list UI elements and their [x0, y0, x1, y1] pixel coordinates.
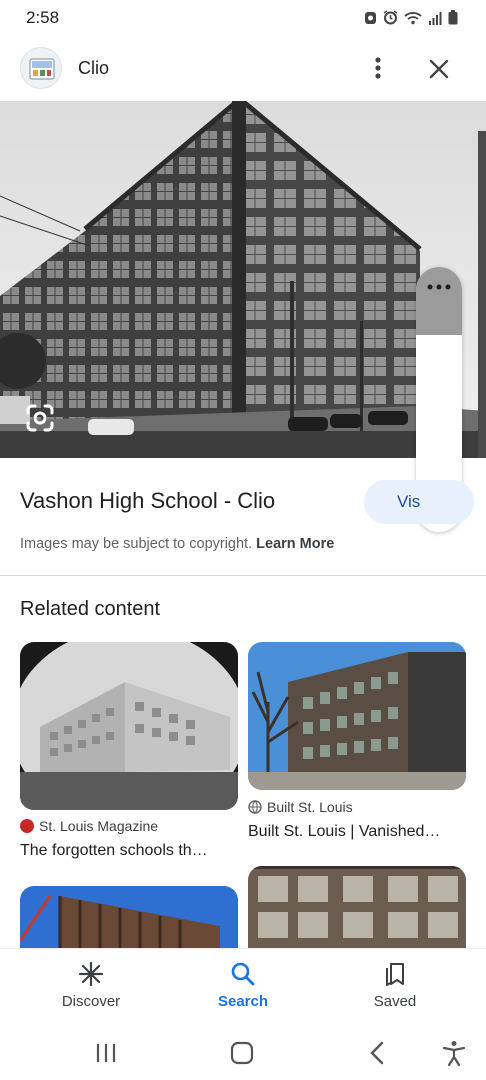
related-card-title[interactable]: The forgotten schools th…	[20, 842, 208, 860]
app-notification-icon	[365, 12, 376, 24]
nav-search[interactable]: Search	[183, 949, 303, 1027]
visit-button[interactable]: Vis	[364, 480, 474, 524]
more-horiz-icon	[427, 284, 451, 290]
globe-icon	[248, 800, 262, 814]
bottom-navigation: Discover Search Saved	[0, 948, 486, 1026]
related-card-image[interactable]	[248, 642, 466, 790]
related-card-source: St. Louis Magazine	[20, 818, 158, 834]
copyright-text: Images may be subject to copyright.	[20, 536, 253, 552]
wifi-icon	[404, 11, 422, 24]
site-logo	[20, 47, 62, 89]
site-name: Clio	[78, 58, 110, 78]
result-title: Vashon High School - Clio	[20, 488, 276, 513]
copyright-notice: Images may be subject to copyright. Lear…	[20, 536, 334, 552]
more-options-button[interactable]	[366, 54, 390, 82]
alarm-icon	[383, 10, 398, 25]
nav-saved[interactable]: Saved	[335, 949, 455, 1027]
related-card-source: Built St. Louis	[248, 799, 353, 815]
asterisk-icon	[78, 961, 104, 987]
google-lens-icon	[26, 404, 54, 432]
system-navigation-bar	[0, 1026, 486, 1080]
nav-saved-label: Saved	[373, 993, 417, 1010]
back-icon[interactable]	[364, 1039, 392, 1067]
st-louis-magazine-logo-icon	[20, 819, 34, 833]
more-vert-icon	[375, 57, 381, 79]
related-card-image[interactable]	[20, 886, 238, 948]
nav-discover-label: Discover	[61, 993, 121, 1010]
status-bar: 2:58	[0, 0, 486, 38]
search-icon	[231, 962, 255, 986]
related-card-image[interactable]	[248, 866, 466, 948]
learn-more-link[interactable]: Learn More	[256, 536, 334, 552]
related-card-source-name: St. Louis Magazine	[39, 818, 159, 834]
recent-apps-icon[interactable]	[92, 1039, 120, 1067]
floating-toolbar-handle[interactable]	[416, 267, 462, 335]
close-icon	[429, 59, 449, 79]
accessibility-icon[interactable]	[440, 1039, 468, 1067]
top-bar: Clio	[0, 38, 486, 100]
close-button[interactable]	[426, 56, 452, 82]
saved-icon	[386, 963, 404, 986]
result-image[interactable]	[0, 101, 486, 458]
home-icon[interactable]	[228, 1039, 256, 1067]
related-card-title[interactable]: Built St. Louis | Vanished…	[248, 823, 440, 841]
related-content-heading: Related content	[20, 598, 161, 620]
signal-icon	[429, 11, 442, 25]
battery-icon	[448, 10, 458, 25]
status-time: 2:58	[26, 8, 60, 27]
lens-button[interactable]	[24, 402, 56, 434]
divider	[0, 575, 486, 576]
related-card-image[interactable]	[20, 642, 238, 810]
nav-search-label: Search	[217, 993, 269, 1010]
nav-discover[interactable]: Discover	[31, 949, 151, 1027]
related-card-source-name: Built St. Louis	[267, 799, 353, 815]
status-icons	[364, 10, 458, 25]
